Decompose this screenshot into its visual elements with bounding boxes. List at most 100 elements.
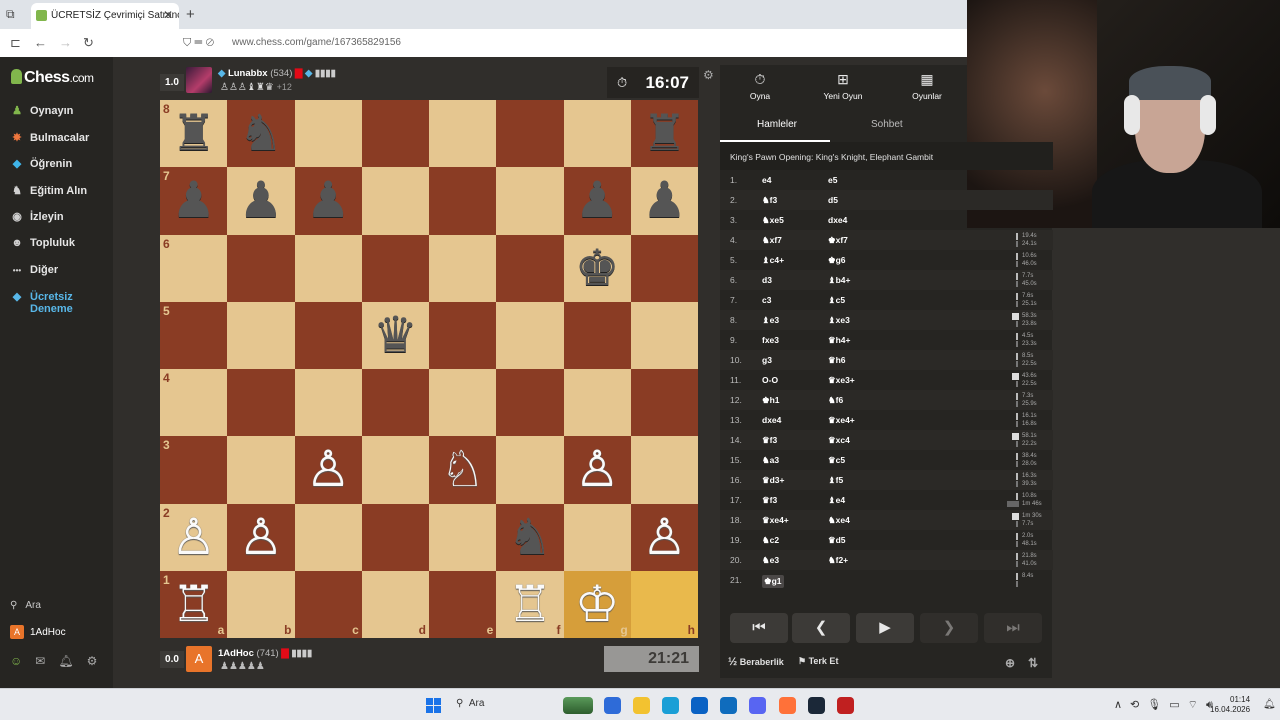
white-move[interactable]: ♝e3	[762, 315, 779, 326]
black-move[interactable]: e5	[828, 175, 837, 185]
white-move[interactable]: ♞e3	[762, 555, 779, 566]
notification-bell-icon[interactable]: 🔔︎	[1263, 699, 1276, 710]
white-pawn-icon[interactable]: ♙	[564, 436, 631, 503]
white-move[interactable]: ♚h1	[762, 395, 780, 406]
square-e7[interactable]	[429, 167, 497, 235]
settings-gear-icon[interactable]: ⚙	[87, 654, 111, 668]
new-tab-icon[interactable]: +	[186, 6, 195, 23]
add-friend-icon[interactable]: ⊕	[1005, 656, 1015, 670]
black-move[interactable]: ♞xe4	[828, 515, 850, 526]
system-tray[interactable]: ∧⟲🎙︎▭⌔🔊︎	[1114, 698, 1221, 712]
black-king-icon[interactable]: ♚	[564, 235, 631, 302]
white-move[interactable]: c3	[762, 295, 771, 305]
black-move[interactable]: ♛h6	[828, 355, 846, 366]
white-move[interactable]: O-O	[762, 375, 778, 385]
white-move[interactable]: ♞xf7	[762, 235, 782, 246]
black-move[interactable]: dxe4	[828, 215, 847, 225]
sidebar-item-free-trial[interactable]: ◆ Ücretsiz Deneme	[10, 290, 73, 315]
square-c1[interactable]: c	[294, 570, 362, 638]
square-d8[interactable]	[361, 100, 429, 168]
white-move[interactable]: fxe3	[762, 335, 779, 345]
square-a3[interactable]: 3	[160, 436, 228, 504]
last-move-button[interactable]: ⏭	[984, 613, 1042, 643]
square-c6[interactable]	[294, 234, 362, 302]
black-move[interactable]: ♛h4+	[828, 335, 851, 346]
square-h1[interactable]: h	[630, 570, 698, 638]
square-f4[interactable]	[496, 369, 564, 437]
black-move[interactable]: ♞f6	[828, 395, 843, 406]
friends-icon[interactable]: ☺	[10, 654, 35, 668]
firefox-icon[interactable]	[779, 697, 796, 714]
black-move[interactable]: ♛xe4+	[828, 415, 855, 426]
sidebar-item-0[interactable]: ♟ Oynayın	[10, 104, 73, 124]
white-move[interactable]: ♚g1	[762, 575, 784, 588]
square-f6[interactable]	[496, 234, 564, 302]
black-queen-icon[interactable]: ♛	[362, 302, 429, 369]
square-e1[interactable]: e	[429, 570, 497, 638]
white-move[interactable]: ♛f3	[762, 495, 777, 506]
outlook-icon[interactable]	[720, 697, 737, 714]
tab-moves[interactable]: Hamleler	[757, 119, 797, 130]
browser-tab[interactable]: ÜCRETSİZ Çevrimiçi Satranç Oy ✕	[31, 3, 179, 29]
bottom-player-name[interactable]: 1AdHoc (741) ▇ ▮▮▮▮	[218, 648, 312, 659]
steam-icon[interactable]	[808, 697, 825, 714]
black-rook-icon[interactable]: ♜	[160, 100, 227, 167]
white-move[interactable]: g3	[762, 355, 772, 365]
white-move[interactable]: e4	[762, 175, 771, 185]
square-g4[interactable]	[563, 369, 631, 437]
store-app-icon[interactable]	[604, 697, 621, 714]
discord-icon[interactable]	[749, 697, 766, 714]
white-pawn-icon[interactable]: ♙	[295, 436, 362, 503]
square-b4[interactable]	[227, 369, 295, 437]
square-f8[interactable]	[496, 100, 564, 168]
white-pawn-icon[interactable]: ♙	[227, 504, 294, 571]
black-knight-icon[interactable]: ♞	[227, 100, 294, 167]
bottom-player-avatar[interactable]: A	[186, 646, 212, 672]
black-move[interactable]: ♝b4+	[828, 275, 851, 286]
white-move[interactable]: ♛d3+	[762, 475, 785, 486]
black-move[interactable]: ♚g6	[828, 255, 846, 266]
white-move[interactable]: ♞f3	[762, 195, 777, 206]
square-c5[interactable]	[294, 301, 362, 369]
tab-chat[interactable]: Sohbet	[871, 119, 903, 130]
reload-icon[interactable]: ↻	[83, 35, 94, 51]
sidebar-item-4[interactable]: ◉ İzleyin	[10, 210, 63, 230]
square-a6[interactable]: 6	[160, 234, 228, 302]
square-e5[interactable]	[429, 301, 497, 369]
square-d7[interactable]	[361, 167, 429, 235]
file-explorer-icon[interactable]	[633, 697, 650, 714]
action-new-game-button[interactable]: ⊞ Yeni Oyun	[808, 71, 878, 101]
square-h6[interactable]	[630, 234, 698, 302]
app-store-icon[interactable]	[691, 697, 708, 714]
board-settings-gear-icon[interactable]: ⚙	[703, 68, 714, 82]
previous-move-button[interactable]: ❮	[792, 613, 850, 643]
square-d6[interactable]	[361, 234, 429, 302]
black-move[interactable]: d5	[828, 195, 838, 205]
sidebar-item-5[interactable]: ☻ Topluluk	[10, 237, 75, 257]
back-arrow-icon[interactable]: ←	[34, 35, 47, 50]
square-e2[interactable]	[429, 503, 497, 571]
square-b1[interactable]: b	[227, 570, 295, 638]
square-d1[interactable]: d	[361, 570, 429, 638]
forward-arrow-icon[interactable]: →	[59, 35, 72, 50]
sidebar-item-3[interactable]: ♞ Eğitim Alın	[10, 184, 87, 204]
black-move[interactable]: ♛xe3+	[828, 375, 855, 386]
square-c8[interactable]	[294, 100, 362, 168]
square-f7[interactable]	[496, 167, 564, 235]
square-d2[interactable]	[361, 503, 429, 571]
black-knight-icon[interactable]: ♞	[496, 504, 563, 571]
white-rook-icon[interactable]: ♖	[496, 571, 563, 638]
black-pawn-icon[interactable]: ♟	[160, 167, 227, 234]
square-h5[interactable]	[630, 301, 698, 369]
square-e8[interactable]	[429, 100, 497, 168]
square-h4[interactable]	[630, 369, 698, 437]
black-rook-icon[interactable]: ♜	[631, 100, 698, 167]
square-b6[interactable]	[227, 234, 295, 302]
site-info-icon[interactable]: ⛉ ⚌ ⊘	[183, 37, 214, 50]
chess-logo[interactable]: Chess.com	[11, 69, 94, 87]
black-pawn-icon[interactable]: ♟	[564, 167, 631, 234]
mail-icon[interactable]: ✉	[35, 654, 58, 668]
chess-app-icon[interactable]	[837, 697, 854, 714]
top-player-avatar[interactable]	[186, 67, 212, 93]
white-move[interactable]: dxe4	[762, 415, 781, 425]
